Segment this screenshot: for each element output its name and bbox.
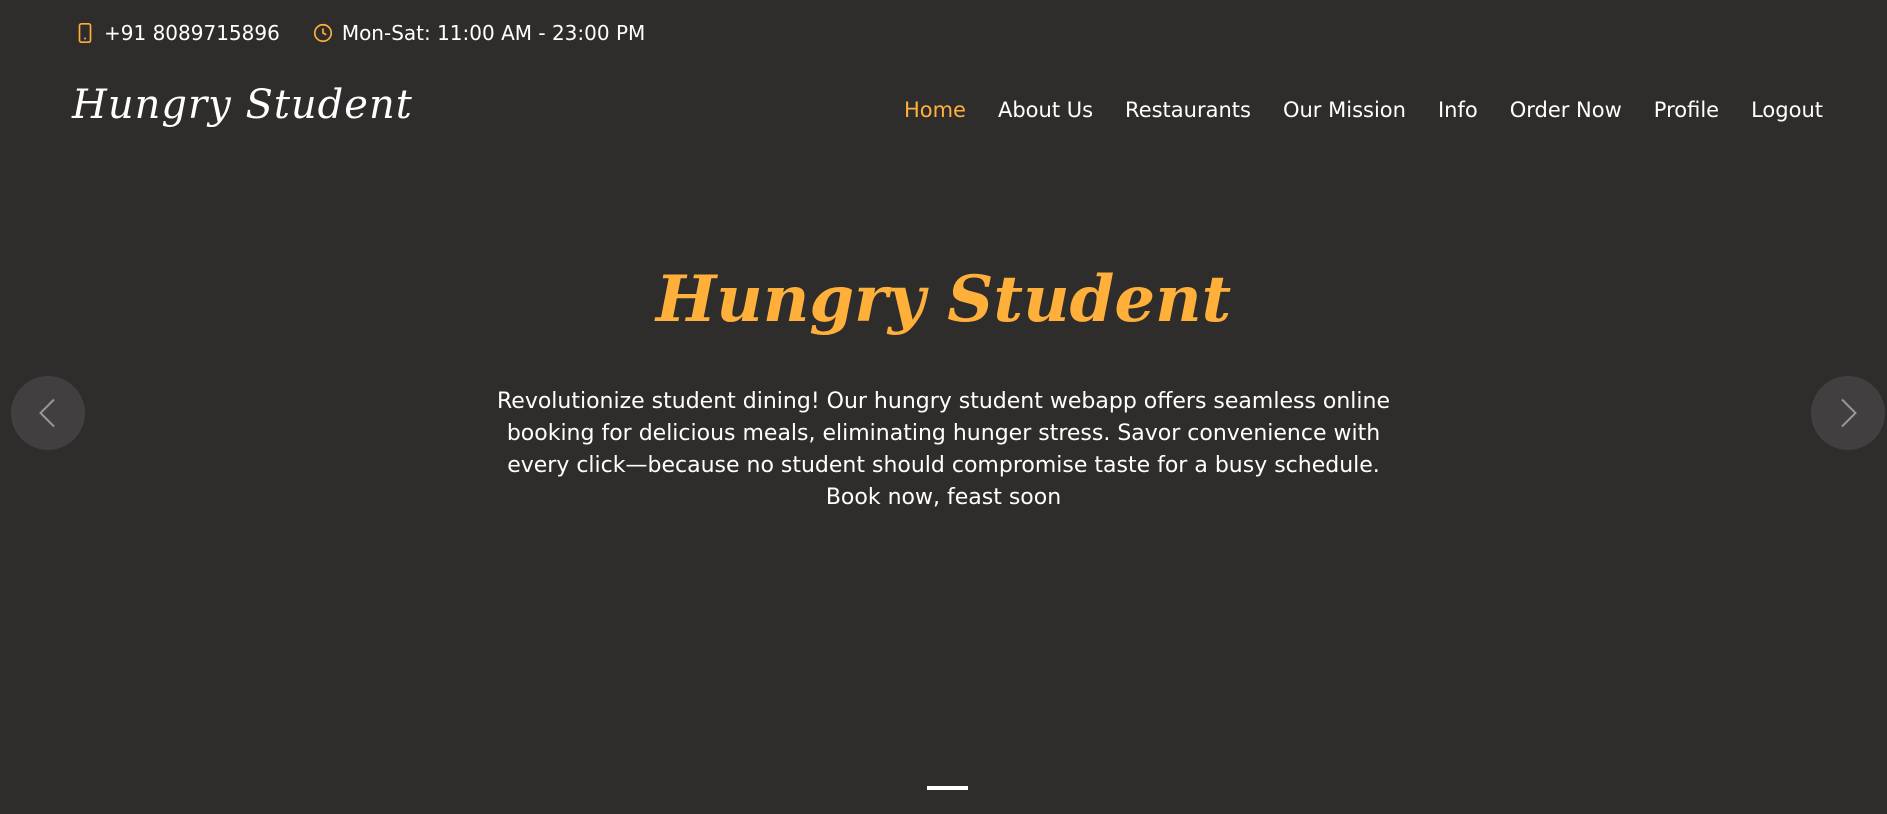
carousel-next-button[interactable] — [1811, 376, 1885, 450]
phone-info: +91 8089715896 — [74, 21, 280, 45]
site-logo[interactable]: Hungry Student — [72, 82, 413, 128]
nav-our-mission[interactable]: Our Mission — [1283, 98, 1406, 122]
main-nav: Home About Us Restaurants Our Mission In… — [872, 98, 1823, 122]
nav-logout[interactable]: Logout — [1751, 98, 1823, 122]
nav-about-us[interactable]: About Us — [998, 98, 1093, 122]
nav-home[interactable]: Home — [904, 98, 966, 122]
hours-info: Mon-Sat: 11:00 AM - 23:00 PM — [312, 21, 645, 45]
chevron-right-icon — [1841, 398, 1857, 428]
nav-info[interactable]: Info — [1438, 98, 1478, 122]
nav-order-now[interactable]: Order Now — [1510, 98, 1622, 122]
opening-hours: Mon-Sat: 11:00 AM - 23:00 PM — [341, 21, 646, 45]
phone-icon — [74, 22, 96, 44]
chevron-left-icon — [39, 398, 55, 428]
nav-restaurants[interactable]: Restaurants — [1125, 98, 1251, 122]
phone-number: +91 8089715896 — [104, 21, 280, 45]
top-info-bar: +91 8089715896 Mon-Sat: 11:00 AM - 23:00… — [74, 18, 677, 48]
hero-description: Revolutionize student dining! Our hungry… — [496, 389, 1391, 510]
nav-profile[interactable]: Profile — [1654, 98, 1719, 122]
carousel-prev-button[interactable] — [11, 376, 85, 450]
carousel-indicator-active[interactable] — [927, 786, 968, 790]
page: +91 8089715896 Mon-Sat: 11:00 AM - 23:00… — [0, 0, 1887, 814]
hero-title: Hungry Student — [655, 262, 1232, 337]
clock-icon — [312, 22, 334, 44]
